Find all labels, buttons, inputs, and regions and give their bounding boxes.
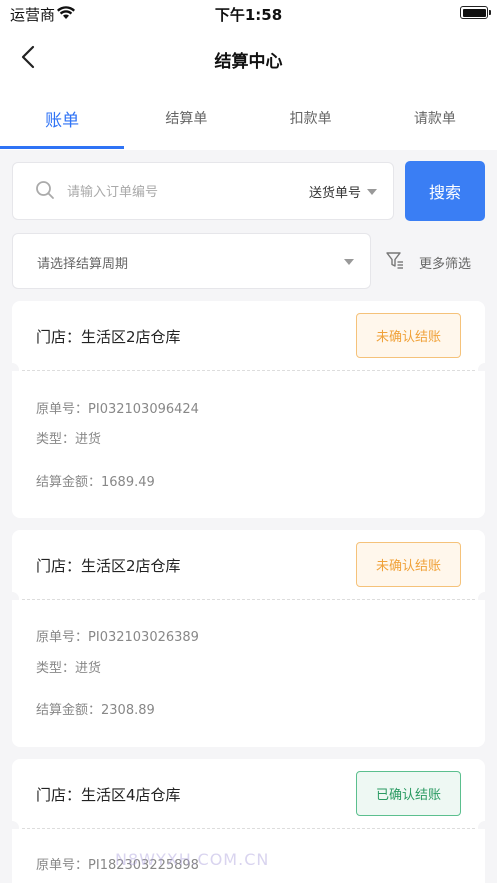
order-number: 原单号：PI032103026389	[36, 630, 199, 645]
watermark: N8WYXH.COM.CN	[115, 850, 270, 869]
more-filters-label: 更多筛选	[419, 256, 472, 272]
search-type-select[interactable]: 送货单号	[309, 182, 378, 201]
battery-icon	[460, 6, 491, 19]
page-title: 结算中心	[214, 52, 283, 72]
bill-card[interactable]: 门店：生活区2店仓库 未确认结账 原单号：PI032103096424 类型：进…	[5, 301, 492, 518]
filter-icon	[385, 250, 405, 274]
settlement-amount: 结算金额：1689.49	[36, 475, 155, 490]
tab-bar: 账单 结算单 扣款单 请款单	[0, 96, 497, 150]
tab-bills[interactable]: 账单	[0, 96, 124, 150]
search-button[interactable]: 搜索	[405, 161, 485, 221]
status-badge: 已确认结账	[356, 771, 461, 816]
more-filters-button[interactable]: 更多筛选	[385, 250, 471, 274]
tab-settlements[interactable]: 结算单	[124, 96, 248, 150]
store-name: 门店：生活区4店仓库	[36, 786, 181, 804]
active-tab-indicator	[0, 146, 124, 149]
dropdown-caret-icon	[367, 188, 378, 195]
status-time: 下午1:58	[214, 6, 283, 24]
order-number: 原单号：PI032103096424	[36, 402, 199, 417]
search-bar: 送货单号	[12, 162, 394, 220]
status-badge: 未确认结账	[356, 542, 461, 587]
search-icon	[35, 180, 55, 204]
tab-payment-requests[interactable]: 请款单	[373, 96, 497, 150]
search-type-label: 送货单号	[309, 186, 362, 201]
store-name: 门店：生活区2店仓库	[36, 328, 181, 346]
store-name: 门店：生活区2店仓库	[36, 557, 181, 575]
tab-deductions[interactable]: 扣款单	[249, 96, 373, 150]
settlement-period-select[interactable]: 请选择结算周期	[12, 233, 371, 289]
bill-type: 类型：进货	[36, 432, 102, 447]
bill-type: 类型：进货	[36, 661, 102, 676]
period-placeholder: 请选择结算周期	[37, 257, 129, 272]
settlement-amount: 结算金额：2308.89	[36, 703, 155, 718]
order-search-input[interactable]	[67, 181, 247, 203]
dropdown-caret-icon	[344, 259, 354, 265]
status-badge: 未确认结账	[356, 313, 461, 358]
bill-card[interactable]: 门店：生活区2店仓库 未确认结账 原单号：PI032103026389 类型：进…	[5, 530, 492, 747]
status-bar: 运营商 下午1:58	[0, 0, 497, 26]
